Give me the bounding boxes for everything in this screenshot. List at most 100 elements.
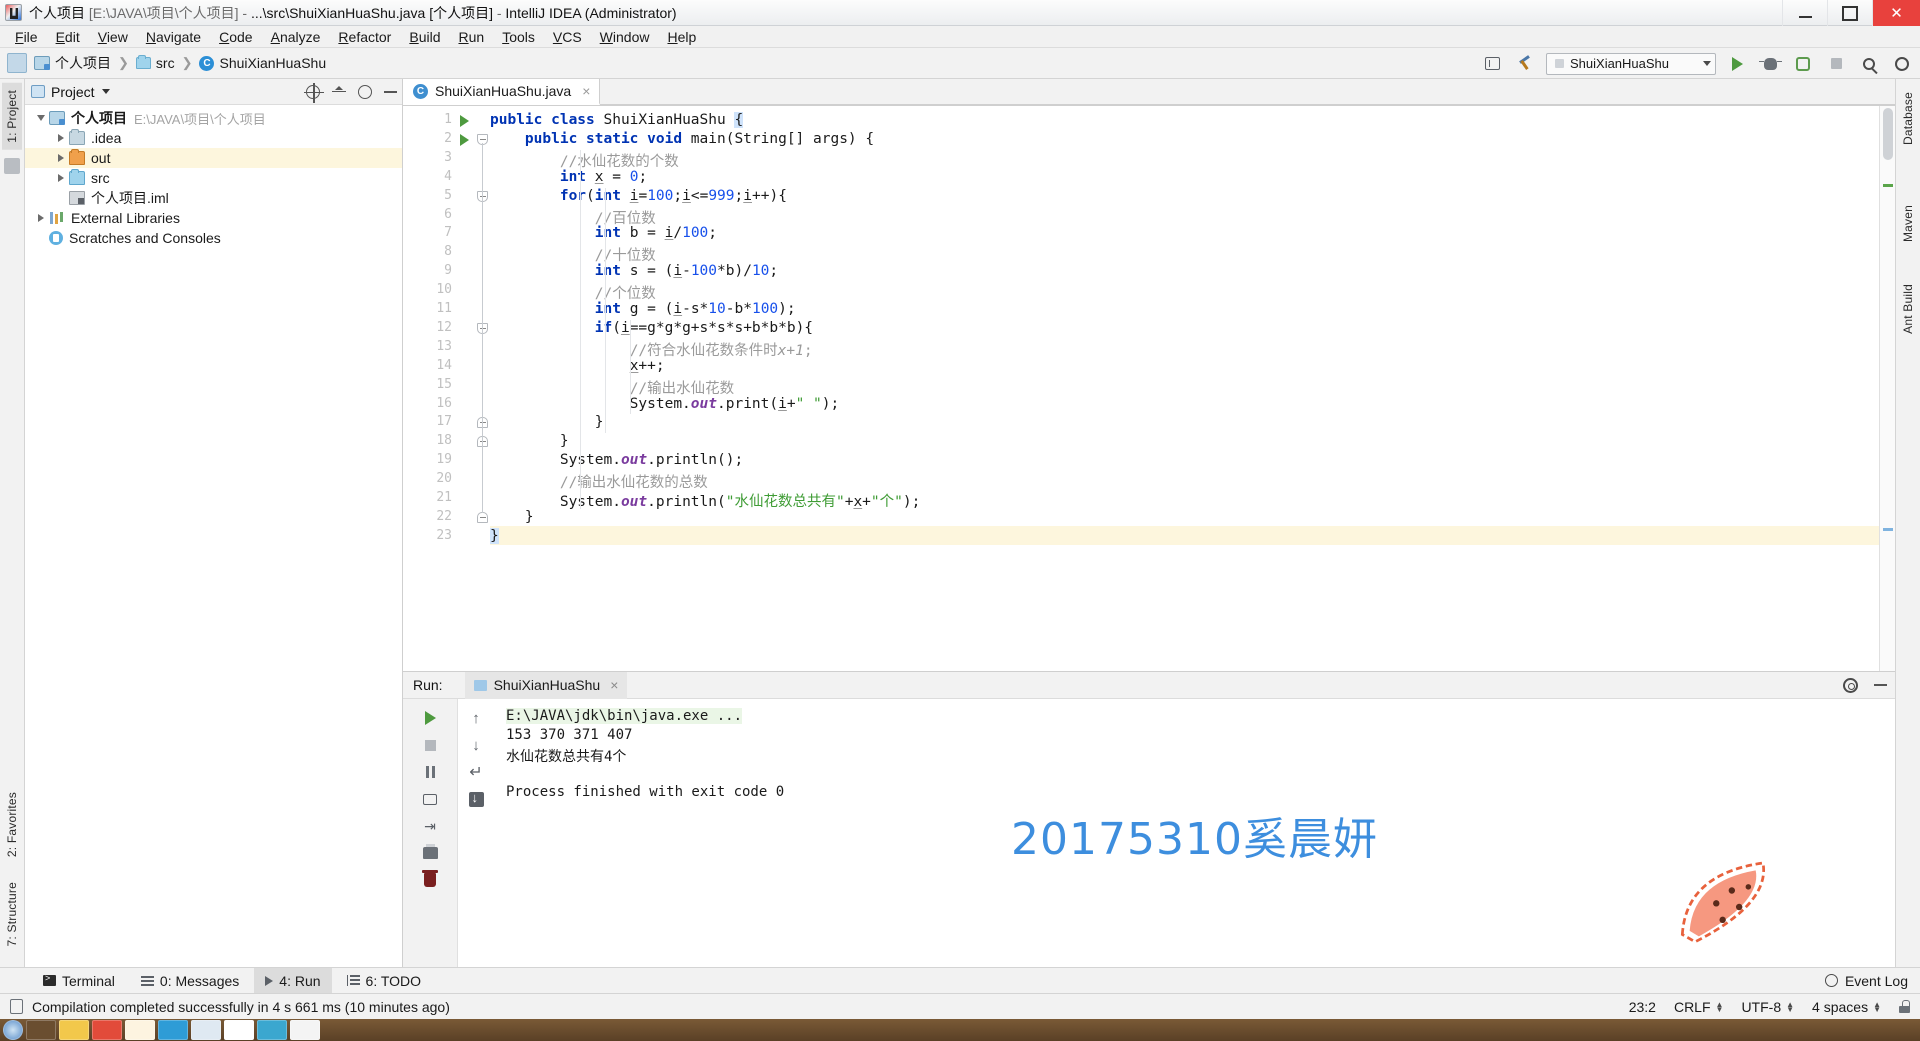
run-button[interactable] <box>1725 52 1749 76</box>
code-line-11[interactable]: int g = (i-s*10-b*100); <box>490 301 796 317</box>
tree-arrow-0[interactable] <box>33 115 49 121</box>
close-button[interactable] <box>1872 0 1920 26</box>
code-folding-gutter[interactable] <box>474 106 490 671</box>
scrollbar-thumb[interactable] <box>1883 108 1893 160</box>
tree-arrow-5[interactable] <box>33 214 49 222</box>
taskbar-item-8[interactable] <box>257 1020 287 1040</box>
run-settings-gear-icon[interactable] <box>1843 677 1858 693</box>
code-line-17[interactable]: } <box>490 414 604 430</box>
menu-item-analyze[interactable]: Analyze <box>262 27 330 47</box>
tree-item-1[interactable]: .idea <box>25 128 402 148</box>
tool-tab-maven[interactable]: Maven <box>1898 198 1918 249</box>
code-line-18[interactable]: } <box>490 433 569 449</box>
taskbar-item-4[interactable] <box>125 1020 155 1040</box>
taskbar-item-2[interactable] <box>59 1020 89 1040</box>
clear-all-button[interactable] <box>417 867 443 893</box>
project-tree[interactable]: 个人项目 E:\JAVA\项目\个人项目 .idea out src 个人项目.iml Ex… <box>25 105 402 967</box>
run-session-close-icon[interactable]: × <box>610 677 618 693</box>
export-button[interactable] <box>417 813 443 839</box>
debug-button[interactable] <box>1758 52 1782 76</box>
taskbar-item-5[interactable] <box>158 1020 188 1040</box>
menu-item-view[interactable]: View <box>89 27 137 47</box>
code-line-14[interactable]: x++; <box>490 358 665 374</box>
soft-wrap-button[interactable] <box>463 759 489 785</box>
code-line-5[interactable]: for(int i=100;i<=999;i++){ <box>490 188 787 204</box>
editor-scrollbar[interactable] <box>1879 106 1895 671</box>
editor-tab-close-icon[interactable]: × <box>582 83 590 99</box>
status-encoding[interactable]: UTF-8 ▲ ▼ <box>1741 999 1794 1015</box>
tool-window-button-todo[interactable]: 6: TODO <box>336 968 433 994</box>
project-gear-icon[interactable] <box>358 84 372 99</box>
tree-item-0[interactable]: 个人项目 E:\JAVA\项目\个人项目 <box>25 108 402 128</box>
status-caret-position[interactable]: 23:2 <box>1629 999 1656 1015</box>
stop-button[interactable] <box>1824 52 1848 76</box>
taskbar-start-icon[interactable] <box>3 1020 23 1040</box>
tree-arrow-2[interactable] <box>53 154 69 162</box>
code-line-23[interactable]: } <box>490 527 499 544</box>
taskbar-item-3[interactable] <box>92 1020 122 1040</box>
tool-window-button-terminal[interactable]: Terminal <box>32 968 126 994</box>
build-button[interactable] <box>1513 52 1537 76</box>
taskbar-item-1[interactable] <box>26 1020 56 1040</box>
code-line-22[interactable]: } <box>490 509 534 525</box>
event-log-area[interactable]: Event Log <box>1824 973 1908 989</box>
rerun-button[interactable] <box>417 705 443 731</box>
menu-item-vcs[interactable]: VCS <box>544 27 591 47</box>
coverage-button[interactable] <box>1791 52 1815 76</box>
settings-button[interactable] <box>1890 52 1914 76</box>
menu-item-tools[interactable]: Tools <box>493 27 544 47</box>
status-indent[interactable]: 4 spaces ▲ ▼ <box>1812 999 1881 1015</box>
search-everywhere-button[interactable] <box>1857 52 1881 76</box>
structure-small-icon[interactable] <box>4 157 20 174</box>
taskbar-item-9[interactable] <box>290 1020 320 1040</box>
pause-output-button[interactable] <box>417 759 443 785</box>
run-marker-gutter[interactable] <box>458 106 474 671</box>
console-output[interactable]: E:\JAVA\jdk\bin\java.exe ... 153 370 371 … <box>494 699 1895 967</box>
code-line-13[interactable]: //符合水仙花数条件时x+1; <box>490 339 813 360</box>
tool-tab-favorites[interactable]: 2: Favorites <box>2 785 22 864</box>
run-configuration-selector[interactable]: ShuiXianHuaShu <box>1546 52 1716 75</box>
code-line-2[interactable]: public static void main(String[] args) { <box>490 131 874 147</box>
breadcrumb-item-0[interactable]: 个人项目 <box>55 53 111 73</box>
tool-tab-ant-build[interactable]: Ant Build <box>1898 277 1918 341</box>
project-widget-icon[interactable] <box>7 53 27 73</box>
code-line-19[interactable]: System.out.println(); <box>490 452 743 468</box>
code-line-10[interactable]: //个位数 <box>490 282 656 303</box>
taskbar-item-7[interactable] <box>224 1020 254 1040</box>
fold-marker-22[interactable] <box>477 511 488 523</box>
code-line-12[interactable]: if(i==g*g*g+s*s*s+b*b*b){ <box>490 320 813 336</box>
run-gutter-icon-1[interactable] <box>460 115 469 127</box>
collapse-all-icon[interactable] <box>332 85 346 99</box>
status-line-separator[interactable]: CRLF ▲ ▼ <box>1674 999 1723 1015</box>
tree-item-6[interactable]: Scratches and Consoles <box>25 228 402 248</box>
minimize-button[interactable] <box>1782 0 1827 26</box>
tree-item-5[interactable]: External Libraries <box>25 208 402 228</box>
menu-item-file[interactable]: File <box>6 27 47 47</box>
code-text-area[interactable]: public class ShuiXianHuaShu { public sta… <box>490 106 1895 671</box>
print-button[interactable] <box>417 840 443 866</box>
tree-arrow-3[interactable] <box>53 174 69 182</box>
tool-tab-database[interactable]: Database <box>1898 85 1918 152</box>
preview-button[interactable] <box>1480 52 1504 76</box>
menu-item-navigate[interactable]: Navigate <box>137 27 210 47</box>
editor-tab-shuixianhuashu[interactable]: C ShuiXianHuaShu.java × <box>403 79 601 105</box>
menu-item-window[interactable]: Window <box>591 27 659 47</box>
scroll-down-button[interactable] <box>463 732 489 758</box>
breadcrumb-item-2[interactable]: ShuiXianHuaShu <box>219 55 326 71</box>
code-line-16[interactable]: System.out.print(i+" "); <box>490 396 840 412</box>
hide-panel-icon[interactable] <box>384 90 397 93</box>
scroll-up-button[interactable] <box>463 705 489 731</box>
menu-item-code[interactable]: Code <box>210 27 261 47</box>
dump-threads-button[interactable] <box>417 786 443 812</box>
menu-item-edit[interactable]: Edit <box>47 27 89 47</box>
menu-item-refactor[interactable]: Refactor <box>329 27 400 47</box>
run-hide-icon[interactable] <box>1874 684 1887 686</box>
tree-item-2[interactable]: out <box>25 148 402 168</box>
code-line-1[interactable]: public class ShuiXianHuaShu { <box>490 112 744 128</box>
tool-tab-project[interactable]: 1: Project <box>2 83 22 150</box>
menu-item-run[interactable]: Run <box>449 27 493 47</box>
code-line-21[interactable]: System.out.println("水仙花数总共有"+x+"个"); <box>490 490 921 511</box>
menu-item-help[interactable]: Help <box>658 27 705 47</box>
code-line-4[interactable]: int x = 0; <box>490 169 647 185</box>
code-line-6[interactable]: //百位数 <box>490 207 656 228</box>
